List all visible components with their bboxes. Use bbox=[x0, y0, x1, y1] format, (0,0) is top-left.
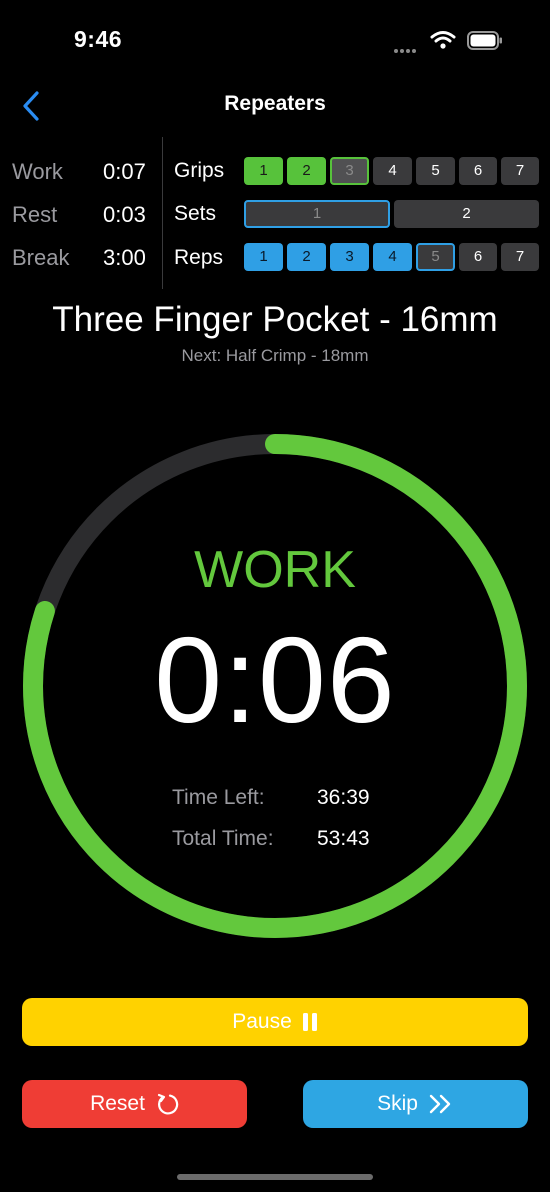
set-box[interactable]: 2 bbox=[394, 200, 539, 228]
skip-button[interactable]: Skip bbox=[303, 1080, 528, 1128]
set-box-current[interactable]: 1 bbox=[244, 200, 390, 228]
rep-box[interactable]: 6 bbox=[459, 243, 497, 271]
rep-box-current[interactable]: 5 bbox=[416, 243, 455, 271]
skip-button-label: Skip bbox=[377, 1092, 418, 1115]
current-grip-title: Three Finger Pocket - 16mm bbox=[52, 300, 498, 339]
rep-box[interactable]: 1 bbox=[244, 243, 283, 271]
wifi-icon bbox=[430, 31, 456, 49]
time-left-label: Time Left: bbox=[172, 786, 265, 809]
total-time-value: 53:43 bbox=[317, 827, 370, 850]
reset-arrow-icon bbox=[157, 1093, 179, 1115]
status-time: 9:46 bbox=[74, 26, 123, 52]
pause-button-label: Pause bbox=[232, 1010, 292, 1033]
time-left-value: 36:39 bbox=[317, 786, 370, 809]
countdown-timer: 0:06 bbox=[154, 612, 396, 748]
phase-label: WORK bbox=[194, 541, 356, 599]
grip-box[interactable]: 1 bbox=[244, 157, 283, 185]
grip-box[interactable]: 6 bbox=[459, 157, 497, 185]
reset-button[interactable]: Reset bbox=[22, 1080, 247, 1128]
stats-divider bbox=[162, 137, 163, 289]
grips-label: Grips bbox=[174, 159, 225, 182]
grips-progress: 1 2 3 4 5 6 7 bbox=[244, 157, 540, 185]
pause-icon bbox=[302, 1013, 317, 1031]
next-grip-subtitle: Next: Half Crimp - 18mm bbox=[181, 346, 369, 365]
rep-box[interactable]: 7 bbox=[501, 243, 539, 271]
sets-progress: 1 2 bbox=[244, 200, 540, 228]
cellular-signal-icon bbox=[394, 40, 418, 58]
work-duration-value: 0:07 bbox=[103, 159, 146, 184]
reps-label: Reps bbox=[174, 246, 224, 269]
home-indicator[interactable] bbox=[177, 1174, 373, 1180]
total-time-label: Total Time: bbox=[172, 827, 274, 850]
pause-button[interactable]: Pause bbox=[22, 998, 528, 1046]
grip-box-current[interactable]: 3 bbox=[330, 157, 369, 185]
grip-box[interactable]: 7 bbox=[501, 157, 539, 185]
grip-box[interactable]: 2 bbox=[287, 157, 326, 185]
rest-duration-value: 0:03 bbox=[103, 202, 146, 227]
break-duration-value: 3:00 bbox=[103, 245, 146, 270]
work-duration-label: Work bbox=[12, 159, 63, 184]
rest-duration-label: Rest bbox=[12, 202, 58, 227]
reps-progress: 1 2 3 4 5 6 7 bbox=[244, 243, 540, 271]
sets-label: Sets bbox=[174, 202, 217, 225]
break-duration-label: Break bbox=[12, 245, 70, 270]
grip-box[interactable]: 5 bbox=[416, 157, 455, 185]
reset-button-label: Reset bbox=[90, 1092, 145, 1115]
rep-box[interactable]: 4 bbox=[373, 243, 412, 271]
battery-icon bbox=[467, 31, 502, 50]
rep-box[interactable]: 3 bbox=[330, 243, 369, 271]
grip-box[interactable]: 4 bbox=[373, 157, 412, 185]
nav-title: Repeaters bbox=[224, 92, 326, 115]
rep-box[interactable]: 2 bbox=[287, 243, 326, 271]
skip-forward-icon bbox=[429, 1094, 451, 1114]
